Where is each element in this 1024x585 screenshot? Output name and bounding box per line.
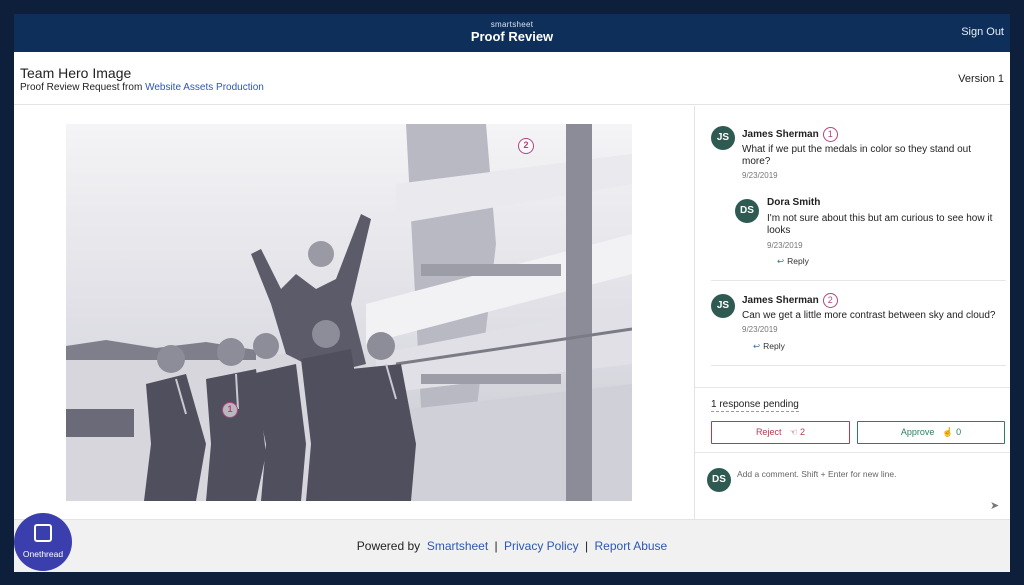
footer-separator: | <box>585 539 589 553</box>
send-icon[interactable]: ➤ <box>990 499 999 512</box>
reject-label: Reject <box>755 427 782 437</box>
comment-marker-badge[interactable]: 2 <box>822 293 838 308</box>
onethread-label: Onethread <box>22 549 64 559</box>
annotation-marker-2[interactable]: 2 <box>518 138 534 154</box>
reply-label: Reply <box>787 256 809 266</box>
composer-separator <box>695 452 1010 453</box>
reply-arrow-icon: ↩ <box>753 341 761 351</box>
proof-header: Team Hero Image Proof Review Request fro… <box>14 52 1010 105</box>
comment-input[interactable] <box>737 466 967 482</box>
approve-label: Approve <box>900 427 935 437</box>
thumbs-down-icon: ☜ <box>789 427 798 437</box>
brand-small-text: smartsheet <box>490 20 534 29</box>
comment-text: Can we get a little more contrast betwee… <box>742 310 996 321</box>
report-abuse-link[interactable]: Report Abuse <box>595 539 668 553</box>
reply-label: Reply <box>763 341 785 351</box>
top-bar: smartsheet Proof Review Sign Out <box>14 14 1010 52</box>
source-sheet-link[interactable]: Website Assets Production <box>145 82 264 93</box>
privacy-policy-link[interactable]: Privacy Policy <box>504 539 579 553</box>
reply-button[interactable]: ↩ Reply <box>777 256 809 267</box>
avatar: DS <box>735 199 759 223</box>
comment-date: 9/23/2019 <box>742 325 778 334</box>
comment-author: James Sherman 1 <box>742 127 838 142</box>
comment-date: 9/23/2019 <box>742 171 778 180</box>
reject-button[interactable]: Reject ☜ 2 <box>711 421 850 444</box>
proof-review-window: smartsheet Proof Review Sign Out Team He… <box>14 14 1010 572</box>
annotation-marker-1[interactable]: 1 <box>222 402 238 418</box>
comments-panel: JS James Sherman 1 What if we put the med… <box>695 106 1010 519</box>
footer: Powered by Smartsheet | Privacy Policy |… <box>14 519 1010 572</box>
comment-author-name: James Sherman <box>742 295 819 307</box>
brand-logo: smartsheet Proof Review <box>14 20 1010 44</box>
proof-subtitle: Proof Review Request from Website Assets… <box>20 82 264 93</box>
approve-count: 0 <box>956 427 962 437</box>
avatar: DS <box>707 468 731 492</box>
comment-marker-badge[interactable]: 1 <box>822 127 838 142</box>
thumbs-up-icon: ☝ <box>942 427 954 437</box>
reply-arrow-icon: ↩ <box>777 256 785 266</box>
proof-image[interactable]: 1 2 <box>66 124 632 501</box>
onethread-logo-icon <box>34 524 52 542</box>
reject-count: 2 <box>800 427 806 437</box>
comment-separator <box>711 280 1006 281</box>
comment-separator <box>711 365 1006 366</box>
powered-by-text: Powered by <box>356 539 421 553</box>
image-viewer: 1 2 <box>14 106 694 519</box>
comment-text: What if we put the medals in color so th… <box>742 144 972 167</box>
avatar: JS <box>711 126 735 150</box>
smartsheet-link[interactable]: Smartsheet <box>427 539 488 553</box>
reply-date: 9/23/2019 <box>767 241 803 250</box>
team-photo-illustration <box>66 124 632 501</box>
version-label[interactable]: Version 1 <box>958 73 1004 85</box>
reply-author: Dora Smith <box>767 197 821 208</box>
proof-subtitle-prefix: Proof Review Request from <box>20 82 143 93</box>
brand-title: Proof Review <box>470 29 554 44</box>
footer-links: Powered by Smartsheet | Privacy Policy |… <box>14 539 1010 553</box>
proof-title: Team Hero Image <box>20 65 132 81</box>
comment-author: James Sherman 2 <box>742 293 838 308</box>
sign-out-link[interactable]: Sign Out <box>961 26 1004 38</box>
footer-separator: | <box>494 539 498 553</box>
comment-author-name: James Sherman <box>742 129 819 141</box>
section-separator <box>695 387 1010 388</box>
approve-button[interactable]: Approve ☝ 0 <box>857 421 1005 444</box>
avatar: JS <box>711 294 735 318</box>
reply-button[interactable]: ↩ Reply <box>753 341 785 352</box>
reply-text: I'm not sure about this but am curious t… <box>767 213 993 236</box>
onethread-badge: Onethread <box>14 513 72 571</box>
pending-responses[interactable]: 1 response pending <box>711 399 799 412</box>
